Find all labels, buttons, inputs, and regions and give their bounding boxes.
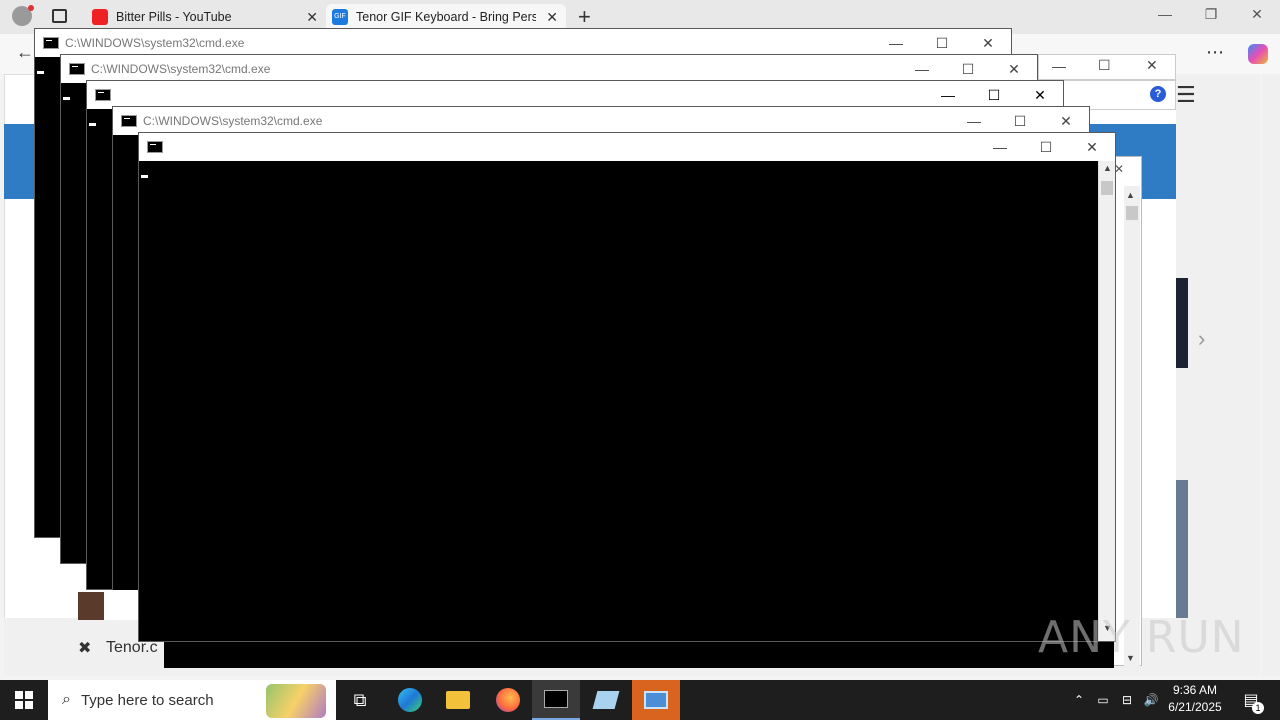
minimize-button[interactable]: — [925, 81, 971, 109]
close-tab-icon[interactable]: ✕ [306, 9, 318, 26]
close-button[interactable]: ✕ [965, 29, 1011, 57]
text-cursor [141, 175, 148, 178]
cmd-title-bar[interactable]: C:\WINDOWS\system32\cmd.exe [113, 107, 1089, 135]
minimize-button[interactable]: — [899, 55, 945, 83]
close-button[interactable]: ✕ [1043, 107, 1089, 135]
dialog-scroll-thumb[interactable] [1126, 206, 1138, 220]
tab-actions-icon[interactable] [52, 9, 67, 23]
cmd-title-bar[interactable] [87, 81, 1063, 109]
maximize-button[interactable]: ☐ [919, 29, 965, 57]
page-image-strip [1176, 480, 1188, 620]
close-tab-icon[interactable]: ✕ [546, 9, 558, 26]
text-cursor [37, 71, 44, 74]
close-browser-button[interactable]: ✕ [1242, 6, 1272, 28]
close-button[interactable]: ✕ [1146, 57, 1158, 74]
youtube-icon [92, 9, 108, 25]
cmd-window-bottom-edge [164, 642, 1114, 668]
restore-browser-button[interactable]: ❐ [1196, 6, 1226, 28]
cmd-icon [69, 63, 85, 75]
search-highlight-image [266, 684, 326, 718]
windows-logo-icon [15, 691, 33, 709]
tab-label: Tenor GIF Keyboard - Bring Perso [356, 10, 536, 24]
notification-dot-icon [28, 5, 34, 11]
search-placeholder: Type here to search [80, 691, 214, 709]
cmd-title-bar[interactable] [139, 133, 1115, 161]
minimize-button[interactable]: — [951, 107, 997, 135]
taskbar-clock[interactable]: 9:36 AM 6/21/2025 [1160, 682, 1230, 718]
clock-date: 6/21/2025 [1168, 700, 1222, 714]
taskbar-search-box[interactable]: ⌕ Type here to search [48, 680, 336, 720]
minimize-button[interactable]: — [1052, 58, 1066, 74]
maximize-button[interactable]: ☐ [945, 55, 991, 83]
scroll-up-icon[interactable]: ▲ [1126, 190, 1135, 200]
battery-icon[interactable]: ▭ [1092, 680, 1114, 720]
network-icon[interactable]: ⊟ [1116, 680, 1138, 720]
close-button[interactable]: ✕ [991, 55, 1037, 83]
tab-youtube[interactable]: Bitter Pills - YouTube ✕ [86, 4, 326, 30]
cmd-icon [95, 89, 111, 101]
cmd-icon [147, 141, 163, 153]
close-button[interactable]: ✕ [1017, 81, 1063, 109]
new-tab-button[interactable]: + [578, 4, 591, 30]
cmd-taskbar-icon[interactable] [532, 680, 580, 720]
action-center-icon[interactable]: ▤ [1236, 680, 1266, 720]
text-cursor [63, 97, 70, 100]
scroll-thumb[interactable] [1101, 181, 1113, 195]
page-scrollbar[interactable] [1262, 74, 1280, 676]
file-explorer-icon[interactable] [434, 680, 482, 720]
close-button[interactable]: ✕ [1069, 133, 1115, 161]
close-download-icon[interactable]: ✖ [78, 638, 91, 658]
app-taskbar-icon[interactable] [582, 680, 630, 720]
minimize-browser-button[interactable]: — [1150, 6, 1180, 28]
show-hidden-icons-icon[interactable]: ⌃ [1068, 680, 1090, 720]
dialog-scrollbar[interactable] [1124, 186, 1140, 666]
tab-label: Bitter Pills - YouTube [116, 10, 232, 24]
window-gap [104, 590, 138, 620]
anyrun-watermark: ANY RUN [1038, 612, 1245, 663]
cmd-title: C:\WINDOWS\system32\cmd.exe [143, 114, 323, 128]
volume-icon[interactable]: 🔊 [1140, 680, 1162, 720]
cmd-icon [121, 115, 137, 127]
edge-icon[interactable] [386, 680, 434, 720]
page-image-edge [1176, 278, 1188, 368]
maximize-button[interactable]: ☐ [1098, 57, 1111, 74]
help-icon[interactable]: ? [1150, 86, 1166, 102]
search-icon: ⌕ [62, 691, 71, 708]
cmd-window-active[interactable]: — ☐ ✕ ▲ ▼ [138, 132, 1116, 642]
page-right-panel [1176, 74, 1260, 676]
active-app-taskbar-icon[interactable] [632, 680, 680, 720]
tenor-gif-icon: GIF [332, 9, 348, 25]
cmd-title: C:\WINDOWS\system32\cmd.exe [91, 62, 271, 76]
start-button[interactable] [0, 680, 48, 720]
cmd-title-bar[interactable]: C:\WINDOWS\system32\cmd.exe [35, 29, 1011, 57]
back-arrow-icon[interactable]: ← [16, 42, 34, 63]
minimize-button[interactable]: — [873, 29, 919, 57]
copilot-icon[interactable] [1248, 44, 1268, 64]
scroll-up-icon[interactable]: ▲ [1099, 163, 1116, 179]
firefox-icon[interactable] [484, 680, 532, 720]
tab-tenor[interactable]: GIF Tenor GIF Keyboard - Bring Perso ✕ [326, 4, 566, 30]
minimize-button[interactable]: — [977, 133, 1023, 161]
cmd-title: C:\WINDOWS\system32\cmd.exe [65, 36, 245, 50]
more-options-icon[interactable]: ⋯ [1206, 42, 1224, 63]
cmd-icon [43, 37, 59, 49]
console-scrollbar[interactable]: ▲ ▼ [1098, 161, 1115, 641]
chevron-right-icon[interactable]: › [1198, 326, 1205, 352]
notification-badge: 1 [1252, 702, 1264, 714]
maximize-button[interactable]: ☐ [971, 81, 1017, 109]
cmd-title-bar[interactable]: C:\WINDOWS\system32\cmd.exe [61, 55, 1037, 83]
hamburger-menu-icon[interactable]: ☰ [1176, 82, 1196, 108]
text-cursor [89, 123, 96, 126]
maximize-button[interactable]: ☐ [1023, 133, 1069, 161]
task-view-icon[interactable]: ⧉ [336, 680, 384, 720]
clock-time: 9:36 AM [1172, 683, 1218, 697]
maximize-button[interactable]: ☐ [997, 107, 1043, 135]
